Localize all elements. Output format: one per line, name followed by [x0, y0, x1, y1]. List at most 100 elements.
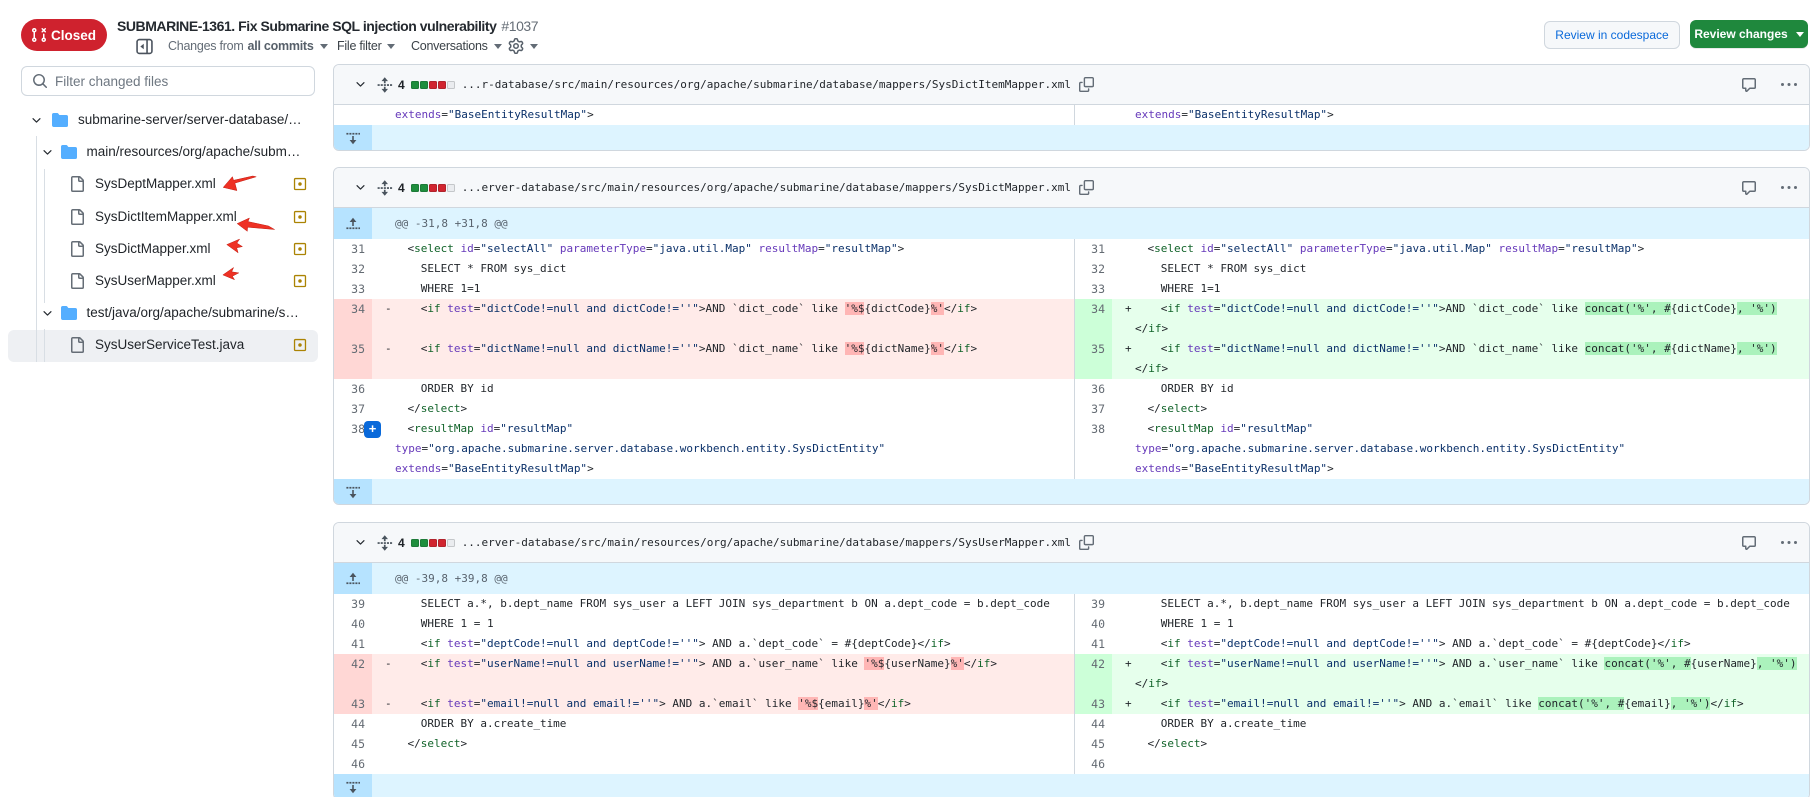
tree-item-sysdictmapper.xml[interactable]: SysDictMapper.xml	[0, 233, 333, 265]
tree-item-main-resources-org-apache-subm-[interactable]: main/resources/org/apache/subm…	[0, 136, 333, 168]
code-cell-new[interactable]: SELECT a.*, b.dept_name FROM sys_user a …	[1112, 594, 1809, 614]
kebab-menu-icon[interactable]	[1781, 77, 1797, 93]
code-cell-old[interactable]: <select id="selectAll" parameterType="ja…	[372, 239, 1074, 259]
code-cell-old[interactable]: SELECT a.*, b.dept_name FROM sys_user a …	[372, 594, 1074, 614]
tree-item-sysdeptmapper.xml[interactable]: SysDeptMapper.xml	[0, 168, 333, 200]
code-cell-old[interactable]	[372, 319, 1074, 339]
line-number-old[interactable]: 46	[334, 754, 372, 774]
code-cell-new[interactable]: <resultMap id="resultMap"	[1112, 419, 1809, 439]
code-cell-old[interactable]: type="org.apache.submarine.server.databa…	[372, 439, 1074, 459]
code-cell-old[interactable]: - <if test="dictCode!=null and dictCode!…	[372, 299, 1074, 319]
code-cell-old[interactable]: - <if test="dictName!=null and dictName!…	[372, 339, 1074, 359]
line-number-new[interactable]: 44	[1074, 714, 1112, 734]
copy-path-icon[interactable]	[1079, 180, 1094, 195]
code-cell-old[interactable]: - <if test="userName!=null and userName!…	[372, 654, 1074, 674]
line-number-new[interactable]: 42	[1074, 654, 1112, 674]
code-cell-new[interactable]: </if>	[1112, 359, 1809, 379]
line-number-new[interactable]	[1074, 459, 1112, 479]
diff-settings-button[interactable]	[508, 36, 538, 56]
tree-item-submarine-server-server-database-[interactable]: submarine-server/server-database/…	[0, 104, 333, 136]
copy-path-icon[interactable]	[1079, 77, 1094, 92]
code-cell-new[interactable]: + <if test="dictName!=null and dictName!…	[1112, 339, 1809, 359]
collapse-file-chevron-icon[interactable]	[354, 181, 367, 194]
expand-up-button[interactable]	[334, 563, 372, 594]
review-in-codespace-button[interactable]: Review in codespace	[1544, 21, 1680, 49]
line-number-old[interactable]	[334, 439, 372, 459]
copy-path-icon[interactable]	[1079, 535, 1094, 550]
line-number-old[interactable]: 36	[334, 379, 372, 399]
line-number-new[interactable]: 32	[1074, 259, 1112, 279]
unfold-vertical-icon[interactable]	[377, 535, 393, 551]
line-number-old[interactable]: 39	[334, 594, 372, 614]
collapse-file-chevron-icon[interactable]	[354, 536, 367, 549]
kebab-menu-icon[interactable]	[1781, 535, 1797, 551]
line-number-old[interactable]: 32	[334, 259, 372, 279]
unfold-vertical-icon[interactable]	[377, 77, 393, 93]
line-number-old[interactable]: 33	[334, 279, 372, 299]
code-cell-old[interactable]: ORDER BY a.create_time	[372, 714, 1074, 734]
expand-up-button[interactable]	[334, 208, 372, 239]
code-cell-old[interactable]: </select>	[372, 734, 1074, 754]
line-number-old[interactable]: 40	[334, 614, 372, 634]
code-cell-old[interactable]: WHERE 1=1	[372, 279, 1074, 299]
code-cell-new[interactable]: SELECT * FROM sys_dict	[1112, 259, 1809, 279]
line-number-old[interactable]: 45	[334, 734, 372, 754]
code-cell-old[interactable]: </select>	[372, 399, 1074, 419]
code-cell-new[interactable]: </select>	[1112, 734, 1809, 754]
line-number-new[interactable]	[1074, 319, 1112, 339]
conversations-dropdown[interactable]: Conversations	[411, 36, 502, 56]
kebab-menu-icon[interactable]	[1781, 180, 1797, 196]
code-cell-old[interactable]: WHERE 1 = 1	[372, 614, 1074, 634]
line-number-old[interactable]: 42	[334, 654, 372, 674]
code-cell-old[interactable]	[372, 674, 1074, 694]
code-cell-new[interactable]: type="org.apache.submarine.server.databa…	[1112, 439, 1809, 459]
line-number-old[interactable]	[334, 319, 372, 339]
line-number-new[interactable]: 41	[1074, 634, 1112, 654]
line-number-new[interactable]	[1074, 674, 1112, 694]
line-number-old[interactable]: 43	[334, 694, 372, 714]
line-number-old[interactable]: 37	[334, 399, 372, 419]
line-number-old[interactable]: 44	[334, 714, 372, 734]
code-cell-new[interactable]: </select>	[1112, 399, 1809, 419]
line-number-old[interactable]	[334, 359, 372, 379]
line-number-old[interactable]	[334, 459, 372, 479]
line-number-new[interactable]: 38	[1074, 419, 1112, 439]
line-number-new[interactable]: 35	[1074, 339, 1112, 359]
line-number-old[interactable]: 35	[334, 339, 372, 359]
line-number-new[interactable]: 39	[1074, 594, 1112, 614]
code-cell-new[interactable]: ORDER BY a.create_time	[1112, 714, 1809, 734]
line-number-new[interactable]: 40	[1074, 614, 1112, 634]
code-cell-old[interactable]: <if test="deptCode!=null and deptCode!='…	[372, 634, 1074, 654]
line-number-old[interactable]	[334, 674, 372, 694]
code-cell-new[interactable]: + <if test="userName!=null and userName!…	[1112, 654, 1809, 674]
line-number-new[interactable]: 45	[1074, 734, 1112, 754]
code-cell-old[interactable]	[372, 359, 1074, 379]
unfold-vertical-icon[interactable]	[377, 180, 393, 196]
line-number-new[interactable]	[1074, 105, 1112, 125]
line-number-new[interactable]	[1074, 439, 1112, 459]
collapse-file-chevron-icon[interactable]	[354, 78, 367, 91]
line-number-new[interactable]: 46	[1074, 754, 1112, 774]
line-number-old[interactable]: 34	[334, 299, 372, 319]
tree-item-sysuserservicetest.java[interactable]: SysUserServiceTest.java	[0, 329, 333, 361]
code-cell-new[interactable]: + <if test="dictCode!=null and dictCode!…	[1112, 299, 1809, 319]
review-changes-button[interactable]: Review changes	[1690, 20, 1808, 48]
filter-changed-files-input[interactable]: Filter changed files	[21, 66, 315, 96]
code-cell-new[interactable]	[1112, 754, 1809, 774]
code-cell-old[interactable]: - <if test="email!=null and email!=''"> …	[372, 694, 1074, 714]
add-comment-button[interactable]: +	[364, 421, 381, 438]
line-number-new[interactable]: 36	[1074, 379, 1112, 399]
code-cell-new[interactable]: </if>	[1112, 674, 1809, 694]
code-cell-new[interactable]: </if>	[1112, 319, 1809, 339]
expand-down-button[interactable]	[334, 479, 372, 504]
line-number-new[interactable]: 34	[1074, 299, 1112, 319]
line-number-new[interactable]: 31	[1074, 239, 1112, 259]
expand-down-button[interactable]	[334, 125, 372, 150]
toggle-file-tree-button[interactable]	[136, 36, 153, 56]
line-number-new[interactable]	[1074, 359, 1112, 379]
code-cell-old[interactable]: extends="BaseEntityResultMap">	[372, 105, 1074, 125]
line-number-new[interactable]: 43	[1074, 694, 1112, 714]
tree-item-sysusermapper.xml[interactable]: SysUserMapper.xml	[0, 265, 333, 297]
tree-item-test-java-org-apache-submarine-s-[interactable]: test/java/org/apache/submarine/s…	[0, 297, 333, 329]
code-cell-new[interactable]: <select id="selectAll" parameterType="ja…	[1112, 239, 1809, 259]
